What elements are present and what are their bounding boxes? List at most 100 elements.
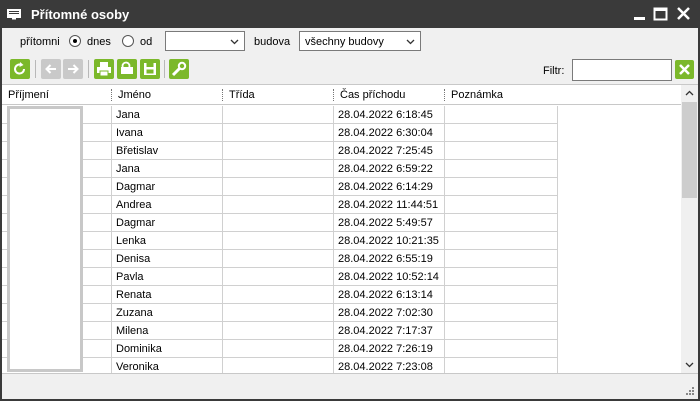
filter-input[interactable]: [572, 59, 672, 81]
cell-note: [445, 142, 558, 160]
cell-class: [223, 160, 334, 178]
toolbar: Filtr:: [2, 57, 698, 83]
table-row[interactable]: Pavla 28.04.2022 10:52:14: [2, 268, 558, 286]
cell-first-name: Dominika: [112, 340, 223, 358]
table-row[interactable]: Jana 28.04.2022 6:18:45: [2, 106, 558, 124]
cell-class: [223, 340, 334, 358]
cell-note: [445, 358, 558, 373]
filter-label: Filtr:: [543, 65, 565, 77]
cell-arrival-time: 28.04.2022 7:25:45: [334, 142, 445, 160]
cell-first-name: Břetislav: [112, 142, 223, 160]
table-row[interactable]: Denisa 28.04.2022 6:55:19: [2, 250, 558, 268]
maximize-icon[interactable]: [652, 6, 670, 22]
refresh-icon[interactable]: [10, 59, 30, 79]
from-date-dropdown[interactable]: [165, 31, 245, 51]
cell-class: [223, 232, 334, 250]
cell-class: [223, 322, 334, 340]
chevron-down-icon: [230, 37, 239, 46]
cell-note: [445, 340, 558, 358]
column-header-class[interactable]: Třída: [222, 85, 332, 105]
table-header: Příjmení Jméno Třída Čas příchodu Poznám…: [2, 85, 682, 105]
table-row[interactable]: Dominika 28.04.2022 7:26:19: [2, 340, 558, 358]
cell-first-name: Veronika: [112, 358, 223, 373]
cell-note: [445, 286, 558, 304]
scroll-down-icon[interactable]: [681, 356, 698, 373]
minimize-icon[interactable]: [631, 6, 649, 22]
toolbar-separator: [164, 60, 165, 78]
cell-class: [223, 250, 334, 268]
from-label: od: [140, 36, 153, 48]
cell-class: [223, 106, 334, 124]
today-radio[interactable]: [69, 35, 81, 47]
cell-arrival-time: 28.04.2022 5:49:57: [334, 214, 445, 232]
table-row[interactable]: Dagmar 28.04.2022 6:14:29: [2, 178, 558, 196]
settings-wrench-icon[interactable]: [169, 59, 189, 79]
toolbar-separator: [35, 60, 36, 78]
cell-class: [223, 124, 334, 142]
table-row[interactable]: Veronika 28.04.2022 7:23:08: [2, 358, 558, 373]
cell-first-name: Dagmar: [112, 178, 223, 196]
close-icon[interactable]: [675, 6, 693, 22]
cell-first-name: Lenka: [112, 232, 223, 250]
print-icon[interactable]: [94, 59, 114, 79]
table-row[interactable]: Renata 28.04.2022 6:13:14: [2, 286, 558, 304]
cell-class: [223, 214, 334, 232]
scroll-up-icon[interactable]: [681, 85, 698, 102]
table-row[interactable]: Ivana 28.04.2022 6:30:04: [2, 124, 558, 142]
persons-table: Příjmení Jméno Třída Čas příchodu Poznám…: [2, 84, 698, 374]
table-row[interactable]: Jana 28.04.2022 6:59:22: [2, 160, 558, 178]
cell-arrival-time: 28.04.2022 7:17:37: [334, 322, 445, 340]
cell-class: [223, 142, 334, 160]
cell-class: [223, 286, 334, 304]
resize-grip-icon[interactable]: [684, 385, 694, 395]
table-row[interactable]: Andrea 28.04.2022 11:44:51: [2, 196, 558, 214]
column-header-surname[interactable]: Příjmení: [4, 85, 110, 105]
cell-class: [223, 178, 334, 196]
back-icon[interactable]: [41, 59, 61, 79]
cell-arrival-time: 28.04.2022 7:26:19: [334, 340, 445, 358]
cell-arrival-time: 28.04.2022 6:55:19: [334, 250, 445, 268]
cell-note: [445, 232, 558, 250]
cell-note: [445, 196, 558, 214]
table-row[interactable]: Zuzana 28.04.2022 7:02:30: [2, 304, 558, 322]
from-radio[interactable]: [122, 35, 134, 47]
column-header-arrival-time[interactable]: Čas příchodu: [333, 85, 443, 105]
cell-note: [445, 178, 558, 196]
cell-note: [445, 214, 558, 232]
cell-note: [445, 124, 558, 142]
table-row[interactable]: Břetislav 28.04.2022 7:25:45: [2, 142, 558, 160]
cell-class: [223, 304, 334, 322]
cell-first-name: Jana: [112, 106, 223, 124]
cell-note: [445, 160, 558, 178]
cell-first-name: Dagmar: [112, 214, 223, 232]
cell-note: [445, 250, 558, 268]
status-bar: [2, 375, 698, 399]
table-row[interactable]: Dagmar 28.04.2022 5:49:57: [2, 214, 558, 232]
cell-arrival-time: 28.04.2022 7:02:30: [334, 304, 445, 322]
table-row[interactable]: Lenka 28.04.2022 10:21:35: [2, 232, 558, 250]
cell-note: [445, 106, 558, 124]
id-card-icon: [7, 8, 21, 20]
today-label: dnes: [87, 36, 111, 48]
cell-arrival-time: 28.04.2022 6:14:29: [334, 178, 445, 196]
save-icon[interactable]: [140, 59, 160, 79]
column-header-note[interactable]: Poznámka: [444, 85, 556, 105]
cell-arrival-time: 28.04.2022 7:23:08: [334, 358, 445, 373]
cell-first-name: Renata: [112, 286, 223, 304]
cell-arrival-time: 28.04.2022 10:21:35: [334, 232, 445, 250]
toolbar-separator: [88, 60, 89, 78]
vertical-scrollbar[interactable]: [681, 85, 698, 373]
clear-filter-icon[interactable]: [675, 60, 694, 79]
table-row[interactable]: Milena 28.04.2022 7:17:37: [2, 322, 558, 340]
scrollbar-thumb[interactable]: [682, 102, 697, 198]
cell-first-name: Denisa: [112, 250, 223, 268]
cell-note: [445, 304, 558, 322]
building-dropdown[interactable]: všechny budovy: [299, 31, 421, 51]
column-header-first-name[interactable]: Jméno: [111, 85, 221, 105]
cell-arrival-time: 28.04.2022 6:59:22: [334, 160, 445, 178]
forward-icon[interactable]: [63, 59, 83, 79]
surname-redaction-panel: [7, 106, 83, 372]
window-title: Přítomné osoby: [31, 7, 130, 22]
print-preview-icon[interactable]: [117, 59, 137, 79]
cell-first-name: Pavla: [112, 268, 223, 286]
